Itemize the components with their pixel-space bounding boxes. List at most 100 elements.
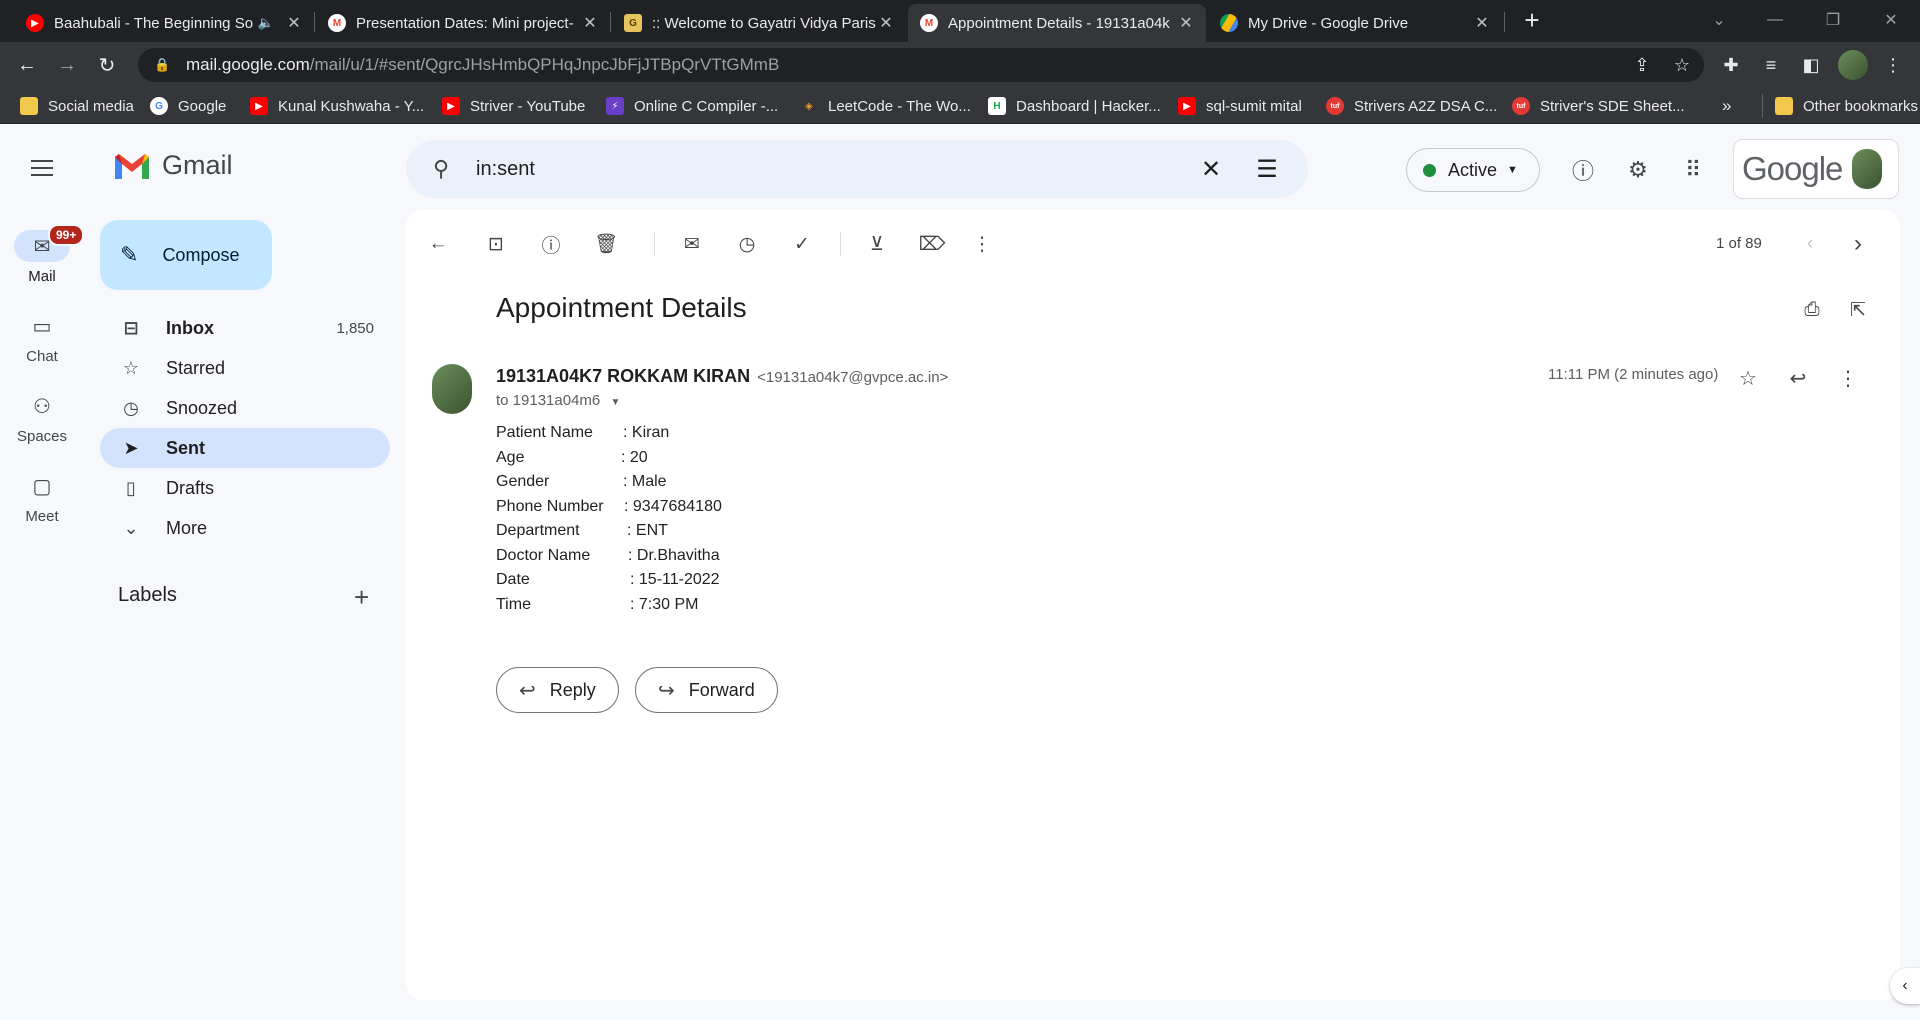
share-icon[interactable]: ⇪ (1629, 52, 1655, 78)
account-avatar (1852, 149, 1883, 189)
bookmark-star-icon[interactable]: ☆ (1669, 52, 1695, 78)
side-panel-toggle-chevron-icon[interactable]: ‹ (1890, 968, 1920, 1004)
lightning-icon: ⚡ (606, 97, 624, 115)
help-icon[interactable]: ⓘ (1566, 153, 1600, 187)
close-tab-icon[interactable]: ✕ (1474, 15, 1490, 32)
newer-chevron-left-icon[interactable]: ‹ (1794, 228, 1826, 260)
restore-icon[interactable]: ❐ (1808, 0, 1858, 40)
browser-tab[interactable]: G :: Welcome to Gayatri Vidya Paris ✕ (612, 4, 906, 42)
nav-label: Snoozed (166, 397, 238, 418)
minimize-icon[interactable]: — (1750, 0, 1800, 40)
new-tab-icon[interactable]: + (1507, 0, 1557, 40)
clear-search-icon[interactable]: ✕ (1196, 154, 1226, 184)
rail-meet[interactable]: ▢ Meet (0, 470, 84, 526)
address-bar[interactable]: 🔒 mail.google.com/mail/u/1/#sent/QgrcJHs… (138, 48, 1704, 82)
bookmark-item[interactable]: ▶ Kunal Kushwaha - Y... (250, 94, 424, 118)
chat-icon: ▭ (32, 315, 52, 338)
sender-name[interactable]: 19131A04K7 ROKKAM KIRAN (496, 366, 750, 386)
email-subject: Appointment Details (496, 292, 747, 323)
back-arrow-icon[interactable]: ← (12, 50, 42, 80)
bookmark-item[interactable]: ▶ sql-sumit mital (1178, 94, 1302, 118)
close-tab-icon[interactable]: ✕ (286, 15, 302, 32)
nav-more[interactable]: ⌄ More (100, 508, 390, 548)
lock-icon[interactable]: 🔒 (154, 57, 174, 73)
bookmark-item[interactable]: Social media (20, 94, 134, 118)
close-tab-icon[interactable]: ✕ (582, 15, 598, 32)
browser-tab-active[interactable]: M Appointment Details - 19131a04k ✕ (908, 4, 1206, 42)
gmail-logo[interactable]: Gmail (112, 150, 233, 181)
bookmark-label: LeetCode - The Wo... (828, 97, 971, 115)
reload-icon[interactable]: ↻ (92, 50, 122, 80)
add-task-icon[interactable]: ✓ (786, 228, 818, 260)
star-icon[interactable]: ☆ (1732, 362, 1764, 394)
rail-spaces[interactable]: ⚇ Spaces (0, 390, 84, 446)
other-bookmarks[interactable]: Other bookmarks (1762, 94, 1918, 118)
message-more-icon[interactable]: ⋮ (1832, 362, 1864, 394)
older-chevron-right-icon[interactable]: › (1842, 228, 1874, 260)
browser-tab[interactable]: M Presentation Dates: Mini project- ✕ (316, 4, 610, 42)
bookmarks-overflow-button[interactable]: » (1722, 94, 1731, 118)
open-new-window-icon[interactable]: ⇱ (1842, 294, 1874, 326)
caret-down-icon[interactable]: ▼ (610, 397, 620, 408)
bookmark-item[interactable]: H Dashboard | Hacker... (988, 94, 1161, 118)
nav-sent[interactable]: ➤ Sent (100, 428, 390, 468)
sender-avatar[interactable] (432, 364, 472, 414)
bookmark-item[interactable]: G Google (150, 94, 226, 118)
search-icon[interactable]: ⚲ (426, 154, 456, 184)
bookmark-item[interactable]: tuf Strivers A2Z DSA C... (1326, 94, 1497, 118)
delete-trash-icon[interactable]: 🗑 (590, 228, 622, 260)
nav-starred[interactable]: ☆ Starred (100, 348, 390, 388)
nav-drafts[interactable]: ▯ Drafts (100, 468, 390, 508)
settings-gear-icon[interactable]: ⚙ (1621, 153, 1655, 187)
nav-inbox[interactable]: ⊟ Inbox 1,850 (100, 308, 390, 348)
google-account-button[interactable]: Google (1733, 139, 1899, 199)
apps-grid-icon[interactable]: ⠿ (1676, 153, 1710, 187)
recipient-line[interactable]: to 19131a04m6 ▼ (496, 392, 620, 409)
tab-search-chevron-icon[interactable]: ⌄ (1694, 0, 1744, 40)
forward-button[interactable]: ↪ Forward (635, 667, 778, 713)
rail-label: Chat (26, 348, 58, 365)
rail-chat[interactable]: ▭ Chat (0, 310, 84, 366)
mark-unread-icon[interactable]: ✉ (676, 228, 708, 260)
reply-icon[interactable]: ↩ (1782, 362, 1814, 394)
status-selector[interactable]: Active ▼ (1406, 148, 1540, 192)
snooze-clock-icon[interactable]: ◷ (731, 228, 763, 260)
url-host: mail.google.com (186, 55, 310, 74)
back-to-list-icon[interactable]: ← (422, 228, 454, 260)
browser-tab[interactable]: ▶ Baahubali - The Beginning So 🔈 ✕ (14, 4, 314, 42)
close-tab-icon[interactable]: ✕ (878, 15, 894, 32)
close-tab-icon[interactable]: ✕ (1178, 15, 1194, 32)
send-icon: ➤ (123, 437, 139, 458)
bookmark-item[interactable]: tuf Striver's SDE Sheet... (1512, 94, 1685, 118)
extensions-puzzle-icon[interactable]: ✚ (1718, 52, 1744, 78)
move-to-icon[interactable]: ⊻ (861, 228, 893, 260)
more-options-icon[interactable]: ⋮ (966, 228, 998, 260)
close-window-icon[interactable]: ✕ (1866, 0, 1916, 40)
archive-icon[interactable]: ⊡ (480, 228, 512, 260)
add-label-icon[interactable]: + (354, 582, 369, 613)
search-bar[interactable]: ⚲ in:sent ✕ ☰ (406, 140, 1308, 198)
nav-label: More (166, 517, 208, 538)
rail-label: Spaces (16, 428, 68, 445)
browser-toolbar: ← → ↻ 🔒 mail.google.com/mail/u/1/#sent/Q… (0, 42, 1920, 88)
bookmark-item[interactable]: ⚡ Online C Compiler -... (606, 94, 778, 118)
forward-arrow-icon[interactable]: → (52, 50, 82, 80)
nav-snoozed[interactable]: ◷ Snoozed (100, 388, 390, 428)
profile-avatar[interactable] (1838, 50, 1868, 80)
media-control-icon[interactable]: ≡ (1758, 52, 1784, 78)
label-tag-icon[interactable]: ⌦ (916, 228, 948, 260)
chrome-menu-icon[interactable]: ⋮ (1880, 52, 1906, 78)
side-panel-icon[interactable]: ◧ (1798, 52, 1824, 78)
reply-button[interactable]: ↩ Reply (496, 667, 619, 713)
search-options-icon[interactable]: ☰ (1252, 154, 1282, 184)
rail-mail[interactable]: ✉ 99+ Mail (0, 224, 85, 285)
speaker-icon[interactable]: 🔈 (258, 15, 274, 31)
recipient-text: to 19131a04m6 (496, 392, 601, 409)
report-spam-icon[interactable]: ⓘ (535, 228, 567, 260)
bookmark-item[interactable]: ▶ Striver - YouTube (442, 94, 585, 118)
browser-tab[interactable]: My Drive - Google Drive ✕ (1208, 4, 1502, 42)
bookmark-item[interactable]: ◈ LeetCode - The Wo... (800, 94, 971, 118)
search-input[interactable]: in:sent (476, 158, 535, 181)
print-icon[interactable]: ⎙ (1796, 294, 1828, 326)
compose-button[interactable]: ✎ Compose (100, 220, 272, 290)
